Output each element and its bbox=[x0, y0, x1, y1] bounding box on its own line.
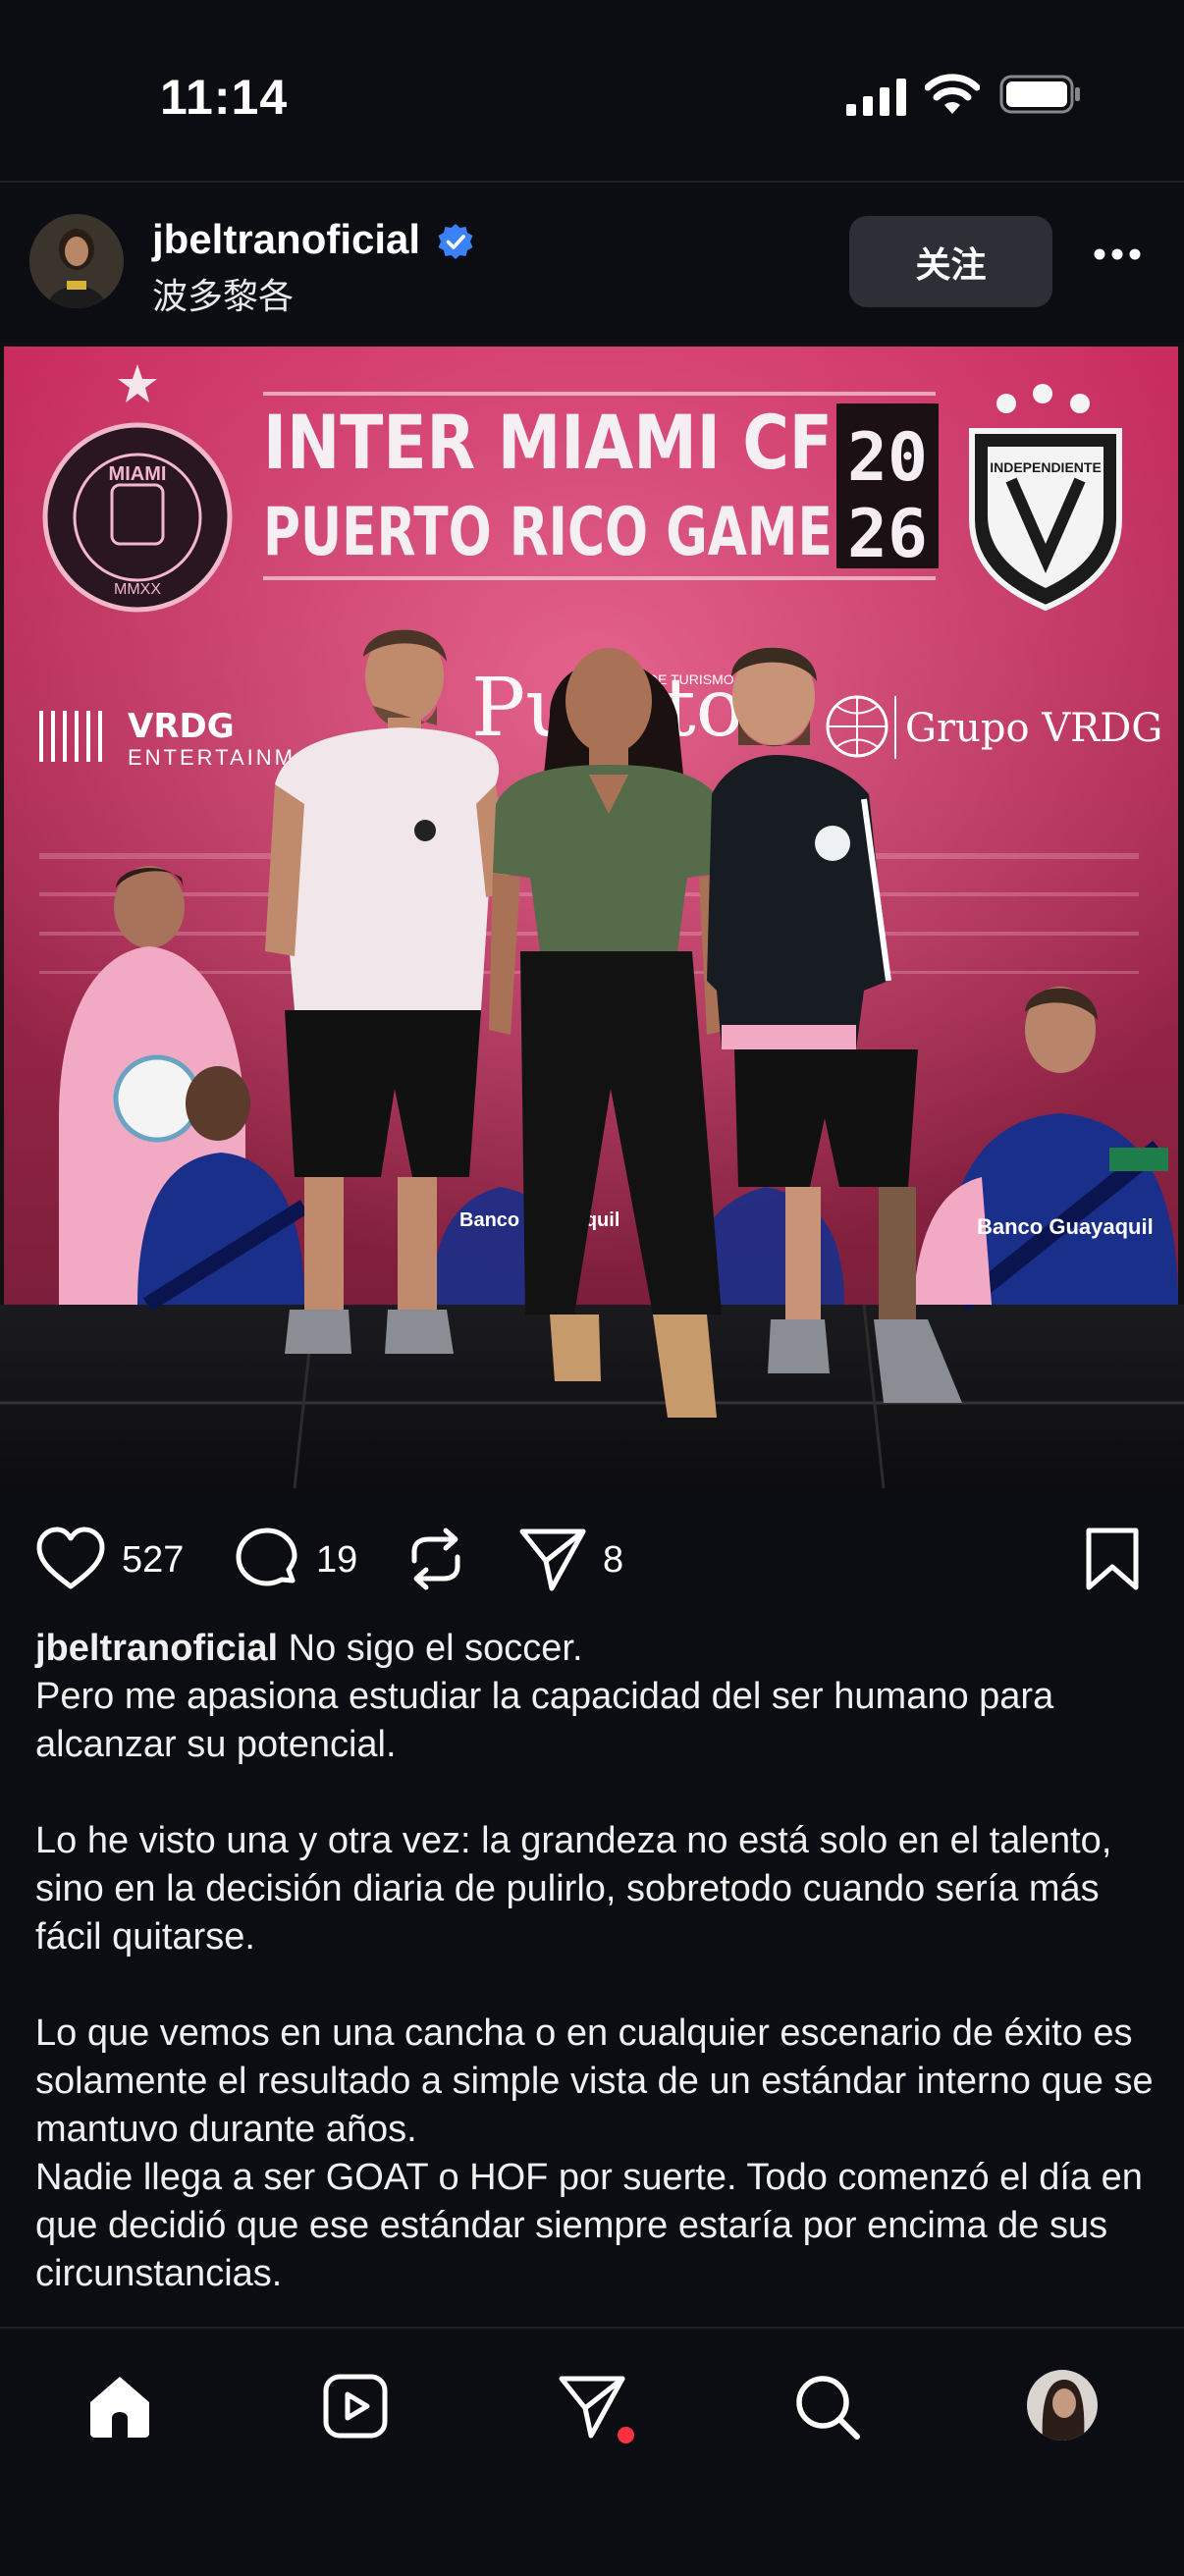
likes-count[interactable]: 527 bbox=[122, 1539, 184, 1582]
comment-bubble-icon[interactable] bbox=[234, 1526, 300, 1592]
post-author-avatar[interactable] bbox=[29, 214, 124, 308]
caption-paragraph-3: Lo que vemos en una cancha o en cualquie… bbox=[35, 2012, 1154, 2150]
like-heart-icon[interactable] bbox=[35, 1526, 106, 1590]
search-icon[interactable] bbox=[793, 2373, 862, 2442]
post-location[interactable]: 波多黎各 bbox=[152, 268, 294, 319]
status-divider bbox=[0, 181, 1184, 183]
post-photo[interactable]: MIAMI MMXX INTER MIAMI CF PUERTO RICO GA… bbox=[0, 343, 1184, 1488]
status-bar: 11:14 bbox=[0, 0, 1184, 182]
notification-dot bbox=[618, 2427, 634, 2443]
year-bottom-text: 26 bbox=[847, 496, 928, 573]
year-top-text: 20 bbox=[847, 419, 928, 497]
post-author-username[interactable]: jbeltranoficial bbox=[152, 216, 420, 263]
verified-badge-icon bbox=[438, 224, 473, 259]
comments-count[interactable]: 19 bbox=[316, 1539, 357, 1582]
repost-icon[interactable] bbox=[404, 1524, 467, 1594]
caption-username[interactable]: jbeltranoficial bbox=[35, 1628, 278, 1669]
share-send-icon[interactable] bbox=[518, 1526, 587, 1592]
crest-name-text: MIAMI bbox=[109, 463, 167, 485]
photo-image: MIAMI MMXX INTER MIAMI CF PUERTO RICO GA… bbox=[0, 343, 1184, 1488]
shares-count[interactable]: 8 bbox=[603, 1539, 623, 1582]
post-caption: jbeltranoficial No sigo el soccer. Pero … bbox=[35, 1625, 1155, 2298]
jersey-sponsor-text: Banco Guayaquil bbox=[977, 1214, 1154, 1239]
sponsor-grupo-vrdg-text: Grupo VRDG bbox=[905, 706, 1162, 751]
avatar-image bbox=[29, 214, 124, 308]
caption-paragraph-2: Lo he visto una y otra vez: la grandeza … bbox=[35, 1820, 1112, 1958]
crest-year-text: MMXX bbox=[114, 581, 161, 598]
right-crest-text: INDEPENDIENTE bbox=[990, 459, 1102, 475]
sponsor-entertainment-text: ENTERTAINM bbox=[128, 745, 296, 770]
caption-first-line: No sigo el soccer. bbox=[278, 1628, 583, 1669]
wifi-icon bbox=[925, 74, 980, 114]
profile-tab-avatar[interactable] bbox=[1027, 2370, 1098, 2441]
save-bookmark-icon[interactable] bbox=[1084, 1526, 1141, 1592]
caption-paragraph-4: Nadie llega a ser GOAT o HOF por suerte.… bbox=[35, 2157, 1143, 2294]
banner-title-line1: INTER MIAMI CF bbox=[263, 399, 833, 486]
bottom-tab-bar bbox=[0, 2327, 1184, 2576]
battery-icon bbox=[999, 75, 1080, 114]
follow-button[interactable]: 关注 bbox=[849, 216, 1052, 307]
reels-icon[interactable] bbox=[322, 2373, 389, 2440]
banner-title-line2: PUERTO RICO GAME bbox=[263, 494, 833, 571]
cellular-signal-icon bbox=[846, 79, 906, 116]
status-time: 11:14 bbox=[160, 70, 289, 125]
caption-paragraph-1: Pero me apasiona estudiar la capacidad d… bbox=[35, 1676, 1054, 1765]
home-icon[interactable] bbox=[84, 2373, 155, 2440]
profile-avatar-image bbox=[1027, 2370, 1098, 2441]
more-options-icon[interactable] bbox=[1093, 247, 1142, 261]
sponsor-vrdg-text: VRDG bbox=[128, 707, 235, 746]
